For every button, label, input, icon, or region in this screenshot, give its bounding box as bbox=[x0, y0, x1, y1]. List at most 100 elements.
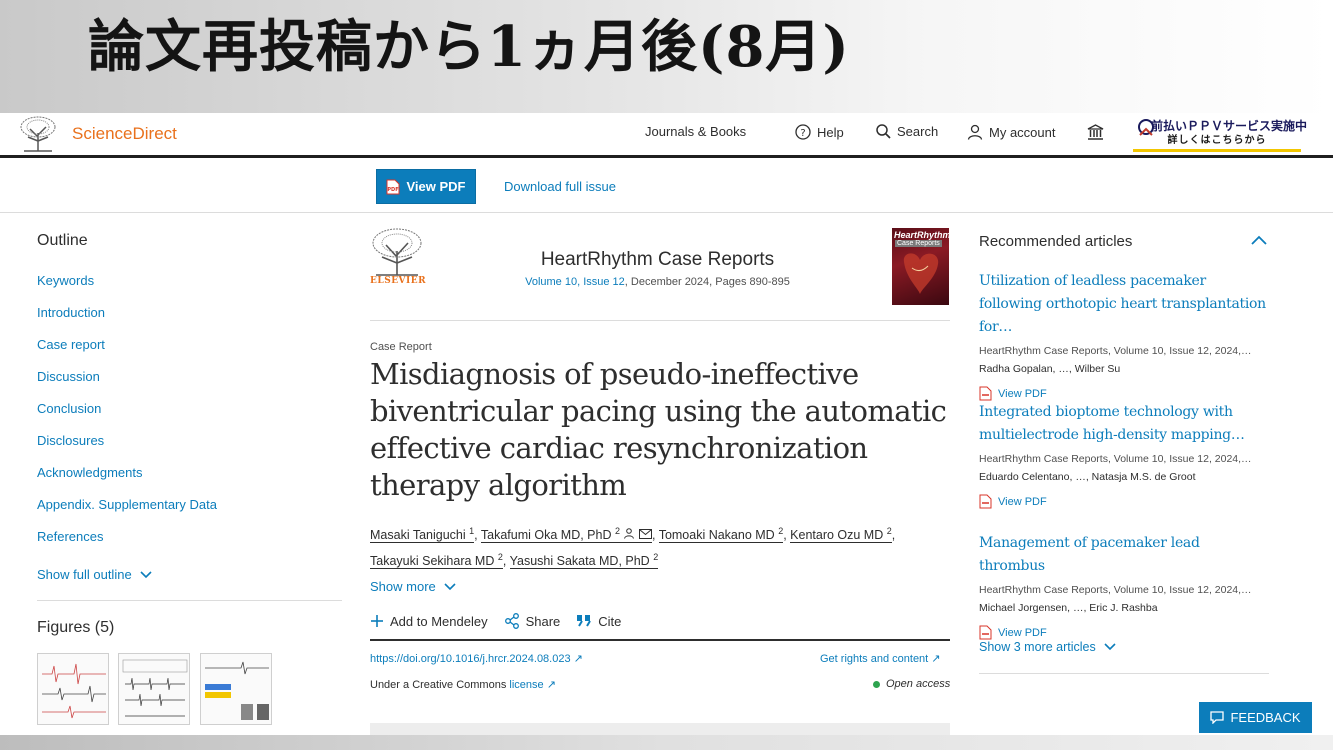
show-more-button[interactable]: Show more bbox=[370, 579, 456, 594]
author-name: Takayuki Sekihara MD bbox=[370, 554, 495, 569]
chat-bubble-icon bbox=[1210, 711, 1225, 724]
author-affiliation: 1 bbox=[469, 526, 475, 536]
pdf-icon bbox=[979, 386, 992, 401]
show-full-outline-button[interactable]: Show full outline bbox=[37, 567, 152, 582]
license-link[interactable]: license ↗ bbox=[509, 679, 556, 691]
recommended-article-meta: HeartRhythm Case Reports, Volume 10, Iss… bbox=[979, 345, 1252, 357]
author-link[interactable]: Takayuki Sekihara MD 2 bbox=[370, 552, 503, 570]
share-button[interactable]: Share bbox=[504, 613, 561, 629]
show-full-outline-label: Show full outline bbox=[37, 567, 132, 582]
recommended-article-meta: HeartRhythm Case Reports, Volume 10, Iss… bbox=[979, 584, 1252, 596]
nav-help[interactable]: ? Help bbox=[795, 124, 844, 140]
author-link[interactable]: Takafumi Oka MD, PhD 2 bbox=[480, 526, 652, 544]
author-affiliation: 2 bbox=[653, 552, 659, 563]
view-pdf-label: View PDF bbox=[998, 495, 1047, 508]
outline-item[interactable]: Acknowledgments bbox=[37, 465, 217, 497]
author-link[interactable]: Kentaro Ozu MD 2 bbox=[790, 526, 892, 544]
figure-thumbnail-image bbox=[205, 661, 269, 720]
doi-link[interactable]: https://doi.org/10.1016/j.hrcr.2024.08.0… bbox=[370, 652, 583, 665]
add-to-mendeley-button[interactable]: Add to Mendeley bbox=[370, 613, 488, 629]
figure-thumbnail-image bbox=[122, 659, 188, 717]
user-icon bbox=[967, 124, 983, 140]
outline-item[interactable]: Disclosures bbox=[37, 433, 217, 465]
author-name: Kentaro Ozu MD bbox=[790, 528, 884, 543]
open-access-label: Open access bbox=[886, 678, 951, 690]
figure-thumbnail[interactable] bbox=[118, 653, 190, 725]
figure-thumbnail[interactable] bbox=[37, 653, 109, 725]
recommended-article-title[interactable]: Utilization of leadless pacemaker follow… bbox=[979, 270, 1269, 339]
get-rights-link[interactable]: Get rights and content ↗ bbox=[820, 652, 941, 665]
author-affiliation: 2 bbox=[778, 526, 784, 536]
license-link-text: license bbox=[509, 679, 544, 691]
elsevier-tree-logo-icon[interactable] bbox=[18, 115, 58, 152]
recommended-article-title[interactable]: Integrated bioptome technology with mult… bbox=[979, 401, 1269, 447]
outline-item[interactable]: Conclusion bbox=[37, 401, 217, 433]
download-full-issue-link[interactable]: Download full issue bbox=[504, 179, 616, 194]
recommended-article-authors: Radha Gopalan, …, Wilber Su bbox=[979, 363, 1121, 375]
view-pdf-button[interactable]: PDF View PDF bbox=[376, 169, 476, 204]
pdf-icon bbox=[979, 625, 992, 640]
license-prefix: Under a Creative Commons bbox=[370, 679, 510, 691]
heart-image-icon bbox=[903, 253, 939, 294]
recommended-view-pdf-link[interactable]: View PDF bbox=[979, 625, 1269, 640]
show-more-articles-button[interactable]: Show 3 more articles bbox=[979, 640, 1116, 654]
cite-button[interactable]: Cite bbox=[576, 613, 621, 629]
author-link[interactable]: Masaki Taniguchi 1 bbox=[370, 526, 475, 544]
recommended-article-authors: Eduardo Celentano, …, Natasja M.S. de Gr… bbox=[979, 471, 1196, 483]
cite-label: Cite bbox=[598, 613, 622, 629]
share-label: Share bbox=[525, 613, 561, 629]
pdf-icon bbox=[979, 494, 992, 509]
nav-search-label: Search bbox=[897, 124, 939, 139]
recommended-article-meta: HeartRhythm Case Reports, Volume 10, Iss… bbox=[979, 453, 1252, 465]
nav-institution[interactable] bbox=[1087, 124, 1104, 140]
view-pdf-label: View PDF bbox=[998, 387, 1047, 400]
journal-cover[interactable]: HeartRhythm Case Reports bbox=[892, 228, 949, 305]
author-link[interactable]: Yasushi Sakata MD, PhD 2 bbox=[509, 552, 659, 570]
author-affiliation: 2 bbox=[497, 552, 503, 563]
outline-item[interactable]: Appendix. Supplementary Data bbox=[37, 497, 217, 529]
plus-icon bbox=[371, 615, 383, 627]
journal-title[interactable]: HeartRhythm Case Reports bbox=[370, 249, 945, 271]
slide-title: 論文再投稿から1ヵ月後(8月) bbox=[88, 14, 850, 80]
view-pdf-label: View PDF bbox=[406, 179, 466, 194]
chevron-down-icon bbox=[140, 570, 152, 578]
recommended-view-pdf-link[interactable]: View PDF bbox=[979, 494, 1269, 509]
quote-icon bbox=[577, 615, 592, 627]
sciencedirect-logo[interactable]: ScienceDirect bbox=[72, 124, 177, 144]
email-icon bbox=[638, 529, 652, 540]
journal-issue-info: Volume 10, Issue 12, December 2024, Page… bbox=[370, 276, 945, 288]
divider bbox=[370, 639, 950, 641]
show-more-articles-label: Show 3 more articles bbox=[979, 640, 1096, 654]
nav-search[interactable]: Search bbox=[876, 124, 938, 139]
outline-item[interactable]: Discussion bbox=[37, 369, 217, 401]
author-name: Yasushi Sakata MD, PhD bbox=[509, 554, 650, 569]
view-pdf-label: View PDF bbox=[998, 626, 1047, 639]
person-icon bbox=[624, 528, 635, 539]
article-type: Case Report bbox=[370, 341, 432, 353]
chevron-up-icon[interactable] bbox=[1251, 235, 1267, 245]
recommended-article-title[interactable]: Management of pacemaker lead thrombus bbox=[979, 532, 1269, 578]
ppv-line1: 前払いＰＰＶサービス実施中 bbox=[1151, 119, 1308, 133]
show-more-label: Show more bbox=[370, 579, 436, 594]
issue-date-pages: , December 2024, Pages 890-895 bbox=[624, 276, 790, 288]
external-link-icon: ↗ bbox=[573, 653, 583, 665]
nav-my-account[interactable]: My account bbox=[967, 124, 1055, 140]
outline-item[interactable]: Introduction bbox=[37, 305, 217, 337]
feedback-button[interactable]: FEEDBACK bbox=[1199, 702, 1312, 733]
figure-thumbnail-image bbox=[42, 663, 106, 719]
rights-text: Get rights and content bbox=[820, 653, 929, 665]
ppv-banner[interactable]: 前払いＰＰＶサービス実施中 詳しくはこちらから bbox=[1133, 116, 1308, 152]
mendeley-label: Add to Mendeley bbox=[390, 613, 488, 629]
issue-link[interactable]: Volume 10, Issue 12 bbox=[525, 276, 625, 288]
ppv-logo-icon bbox=[1138, 119, 1154, 136]
outline-item[interactable]: References bbox=[37, 529, 217, 561]
figure-thumbnail[interactable] bbox=[200, 653, 272, 725]
recommended-view-pdf-link[interactable]: View PDF bbox=[979, 386, 1269, 401]
search-icon bbox=[876, 124, 891, 139]
outline-item[interactable]: Keywords bbox=[37, 273, 217, 305]
outline-item[interactable]: Case report bbox=[37, 337, 217, 369]
outline-heading: Outline bbox=[37, 232, 88, 249]
author-link[interactable]: Tomoaki Nakano MD 2 bbox=[658, 526, 784, 544]
svg-text:?: ? bbox=[800, 128, 805, 139]
nav-journals-books[interactable]: Journals & Books bbox=[645, 124, 746, 139]
